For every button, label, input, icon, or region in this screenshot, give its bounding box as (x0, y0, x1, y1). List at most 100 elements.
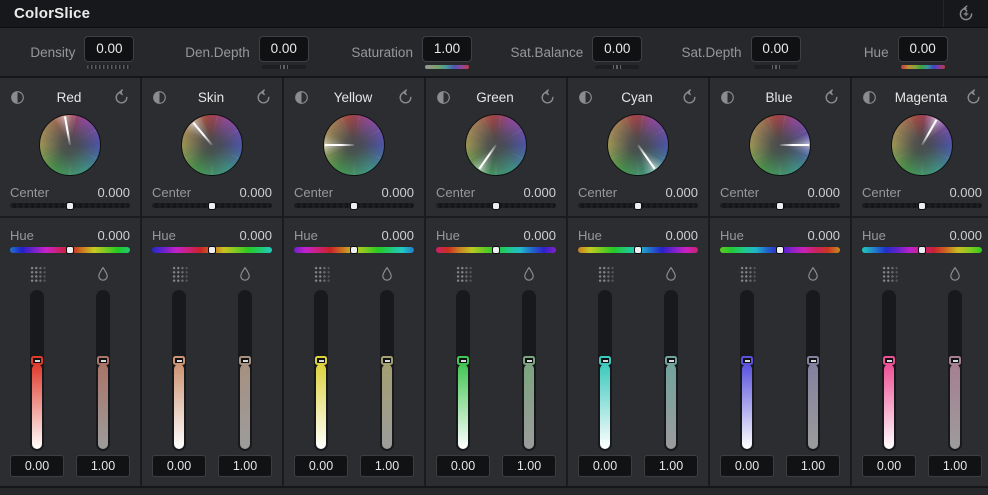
bypass-button[interactable] (152, 90, 167, 105)
density-value-field[interactable]: 0.00 (10, 455, 64, 477)
density-vslider-handle[interactable] (741, 356, 753, 365)
saturation-value-field[interactable]: 1.00 (218, 455, 272, 477)
density-value-field[interactable]: 0.00 (578, 455, 632, 477)
saturation-vslider[interactable] (948, 290, 962, 451)
saturation-value-field[interactable]: 1.00 (644, 455, 698, 477)
bypass-button[interactable] (436, 90, 451, 105)
density-value-field[interactable]: 0.00 (436, 455, 490, 477)
hue-value-field[interactable]: 0.00 (898, 36, 948, 62)
center-slider[interactable] (10, 203, 130, 208)
hue-wheel[interactable] (323, 114, 385, 176)
saturation-value-field[interactable]: 1.00 (786, 455, 840, 477)
bypass-button[interactable] (862, 90, 877, 105)
hue-value[interactable]: 0.000 (949, 228, 982, 243)
center-value[interactable]: 0.000 (665, 185, 698, 200)
center-slider[interactable] (862, 203, 982, 208)
hue-slider-track[interactable] (10, 247, 130, 253)
hue-slider-track[interactable] (152, 247, 272, 253)
hue-slider-track[interactable] (294, 247, 414, 253)
bypass-button[interactable] (578, 90, 593, 105)
sat-balance-mini-slider[interactable] (595, 65, 639, 69)
sat-depth-mini-slider[interactable] (754, 65, 798, 69)
den-depth-mini-slider[interactable] (262, 65, 306, 69)
center-slider[interactable] (436, 203, 556, 208)
saturation-vslider-handle[interactable] (807, 356, 819, 365)
density-value-field[interactable]: 0.00 (720, 455, 774, 477)
density-vslider-handle[interactable] (31, 356, 43, 365)
hue-slider-handle[interactable] (66, 246, 74, 254)
hue-slider-track[interactable] (436, 247, 556, 253)
hue-slider-track[interactable] (720, 247, 840, 253)
sat-depth-value-field[interactable]: 0.00 (751, 36, 801, 62)
center-slider[interactable] (152, 203, 272, 208)
den-depth-value-field[interactable]: 0.00 (259, 36, 309, 62)
hue-value[interactable]: 0.000 (239, 228, 272, 243)
center-slider-handle[interactable] (492, 202, 500, 210)
hue-wheel[interactable] (891, 114, 953, 176)
saturation-vslider[interactable] (806, 290, 820, 451)
density-vslider[interactable] (30, 290, 44, 451)
center-slider-handle[interactable] (634, 202, 642, 210)
saturation-value-field[interactable]: 1.00 (502, 455, 556, 477)
center-slider-handle[interactable] (776, 202, 784, 210)
center-slider-handle[interactable] (66, 202, 74, 210)
center-value[interactable]: 0.000 (949, 185, 982, 200)
hue-value[interactable]: 0.000 (807, 228, 840, 243)
center-slider[interactable] (294, 203, 414, 208)
density-vslider-handle[interactable] (315, 356, 327, 365)
hue-wheel[interactable] (465, 114, 527, 176)
sat-balance-value-field[interactable]: 0.00 (592, 36, 642, 62)
center-value[interactable]: 0.000 (381, 185, 414, 200)
hue-mini-slider[interactable] (901, 65, 945, 69)
center-slider[interactable] (578, 203, 698, 208)
hue-wheel[interactable] (749, 114, 811, 176)
saturation-vslider[interactable] (522, 290, 536, 451)
bypass-button[interactable] (294, 90, 309, 105)
center-slider-handle[interactable] (208, 202, 216, 210)
saturation-vslider-handle[interactable] (239, 356, 251, 365)
saturation-vslider-handle[interactable] (97, 356, 109, 365)
hue-slider-handle[interactable] (350, 246, 358, 254)
density-vslider-handle[interactable] (599, 356, 611, 365)
hue-slider-handle[interactable] (918, 246, 926, 254)
density-mini-slider[interactable] (87, 65, 131, 69)
hue-value[interactable]: 0.000 (665, 228, 698, 243)
hue-slider-handle[interactable] (776, 246, 784, 254)
center-slider-handle[interactable] (350, 202, 358, 210)
saturation-vslider-handle[interactable] (523, 356, 535, 365)
density-vslider-handle[interactable] (173, 356, 185, 365)
hue-wheel[interactable] (181, 114, 243, 176)
density-vslider[interactable] (172, 290, 186, 451)
center-value[interactable]: 0.000 (807, 185, 840, 200)
saturation-vslider[interactable] (664, 290, 678, 451)
hue-slider-handle[interactable] (208, 246, 216, 254)
density-value-field[interactable]: 0.00 (294, 455, 348, 477)
center-slider-handle[interactable] (918, 202, 926, 210)
hue-slider-track[interactable] (578, 247, 698, 253)
saturation-value-field[interactable]: 1.00 (76, 455, 130, 477)
reset-slice-button[interactable] (681, 89, 698, 106)
density-vslider[interactable] (314, 290, 328, 451)
reset-slice-button[interactable] (965, 89, 982, 106)
hue-value[interactable]: 0.000 (381, 228, 414, 243)
saturation-mini-slider[interactable] (425, 65, 469, 69)
hue-value[interactable]: 0.000 (523, 228, 556, 243)
saturation-vslider-handle[interactable] (665, 356, 677, 365)
density-vslider[interactable] (882, 290, 896, 451)
hue-slider-track[interactable] (862, 247, 982, 253)
reset-slice-button[interactable] (397, 89, 414, 106)
saturation-vslider-handle[interactable] (949, 356, 961, 365)
saturation-vslider[interactable] (380, 290, 394, 451)
reset-slice-button[interactable] (255, 89, 272, 106)
saturation-value-field[interactable]: 1.00 (422, 36, 472, 62)
center-slider[interactable] (720, 203, 840, 208)
density-vslider-handle[interactable] (883, 356, 895, 365)
density-vslider-handle[interactable] (457, 356, 469, 365)
reset-slice-button[interactable] (113, 89, 130, 106)
saturation-value-field[interactable]: 1.00 (928, 455, 982, 477)
bypass-button[interactable] (10, 90, 25, 105)
hue-slider-handle[interactable] (634, 246, 642, 254)
hue-slider-handle[interactable] (492, 246, 500, 254)
saturation-vslider[interactable] (238, 290, 252, 451)
density-vslider[interactable] (740, 290, 754, 451)
